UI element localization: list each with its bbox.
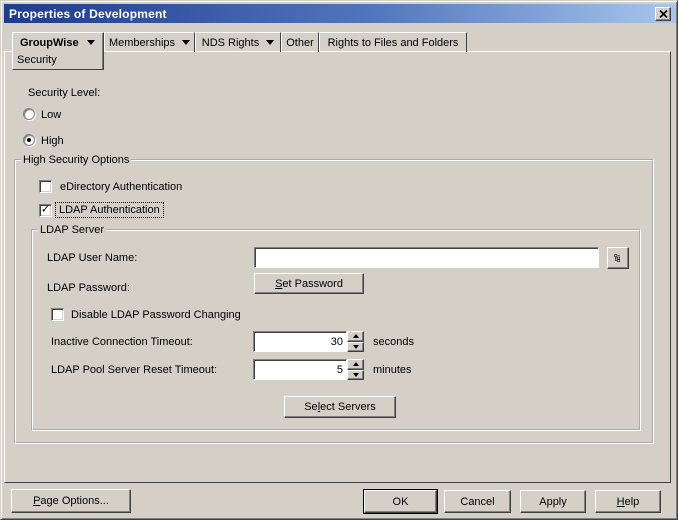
tab-other-label: Other: [286, 36, 314, 49]
security-high-radio[interactable]: [23, 134, 35, 146]
page-options-button[interactable]: Page Options...: [11, 489, 131, 513]
ldap-user-name-label: LDAP User Name:: [47, 252, 138, 264]
tab-groupwise[interactable]: GroupWise Security: [12, 32, 104, 70]
ldap-authentication-checkbox[interactable]: ✓: [39, 204, 52, 217]
ldap-pool-reset-timeout-label: LDAP Pool Server Reset Timeout:: [51, 364, 218, 376]
browse-directory-button[interactable]: [607, 247, 629, 269]
dropdown-arrow-icon: [182, 40, 191, 45]
set-password-button[interactable]: Set Password: [254, 273, 364, 294]
properties-dialog: Properties of Development GroupWise Secu…: [0, 0, 678, 520]
tab-memberships[interactable]: Memberships: [104, 32, 195, 52]
security-high-label[interactable]: High: [41, 135, 64, 147]
tab-other[interactable]: Other: [281, 32, 319, 52]
spin-down-icon: [352, 344, 359, 349]
spin-down-button[interactable]: [347, 341, 364, 352]
disable-ldap-password-changing-checkbox[interactable]: [51, 308, 64, 321]
window-title: Properties of Development: [9, 6, 167, 21]
close-icon: [658, 10, 668, 18]
spin-up-button[interactable]: [347, 331, 364, 342]
pool-timeout-spinner: [347, 359, 364, 380]
radio-dot-icon: [27, 138, 31, 142]
inactive-timeout-unit-label: seconds: [373, 336, 414, 348]
spin-up-icon: [352, 362, 359, 367]
security-level-label: Security Level:: [28, 87, 101, 99]
high-security-options-title: High Security Options: [23, 154, 130, 166]
apply-button[interactable]: Apply: [520, 490, 586, 513]
tab-groupwise-label: GroupWise: [20, 36, 79, 49]
dropdown-arrow-icon: [87, 40, 95, 45]
disable-ldap-password-changing-label[interactable]: Disable LDAP Password Changing: [71, 309, 241, 321]
spin-down-icon: [352, 372, 359, 377]
spin-down-button[interactable]: [347, 369, 364, 380]
cancel-button[interactable]: Cancel: [444, 490, 511, 513]
tab-rights-files-folders[interactable]: Rights to Files and Folders: [319, 32, 467, 52]
select-servers-button[interactable]: Select Servers: [284, 396, 396, 418]
ldap-server-title: LDAP Server: [40, 224, 104, 236]
tab-nds-rights[interactable]: NDS Rights: [195, 32, 281, 52]
tab-rights-files-folders-label: Rights to Files and Folders: [327, 36, 459, 49]
check-icon: ✓: [40, 203, 51, 216]
inactive-connection-timeout-input[interactable]: [253, 331, 347, 352]
ldap-user-name-input[interactable]: [254, 247, 599, 268]
ldap-pool-reset-timeout-input[interactable]: [253, 359, 347, 380]
title-bar[interactable]: Properties of Development: [4, 4, 676, 23]
security-low-radio[interactable]: [23, 108, 35, 120]
help-button[interactable]: Help: [595, 490, 661, 513]
ok-button[interactable]: OK: [364, 490, 437, 513]
edirectory-authentication-checkbox[interactable]: [39, 180, 52, 193]
spin-up-button[interactable]: [347, 359, 364, 370]
pool-timeout-unit-label: minutes: [373, 364, 412, 376]
edirectory-authentication-label[interactable]: eDirectory Authentication: [60, 181, 182, 193]
close-button[interactable]: [655, 7, 671, 21]
tab-strip: Memberships NDS Rights Other Rights to F…: [104, 32, 467, 52]
ldap-authentication-label[interactable]: LDAP Authentication: [55, 202, 164, 218]
security-low-label[interactable]: Low: [41, 109, 61, 121]
directory-tree-icon: [614, 254, 620, 262]
tab-memberships-label: Memberships: [108, 36, 176, 49]
inactive-connection-timeout-label: Inactive Connection Timeout:: [51, 336, 193, 348]
spin-up-icon: [352, 334, 359, 339]
ldap-password-label: LDAP Password:: [47, 282, 130, 294]
tab-nds-rights-label: NDS Rights: [201, 36, 260, 49]
dropdown-arrow-icon: [266, 40, 275, 45]
tab-page-security-label: Security: [17, 54, 57, 66]
inactive-timeout-spinner: [347, 331, 364, 352]
